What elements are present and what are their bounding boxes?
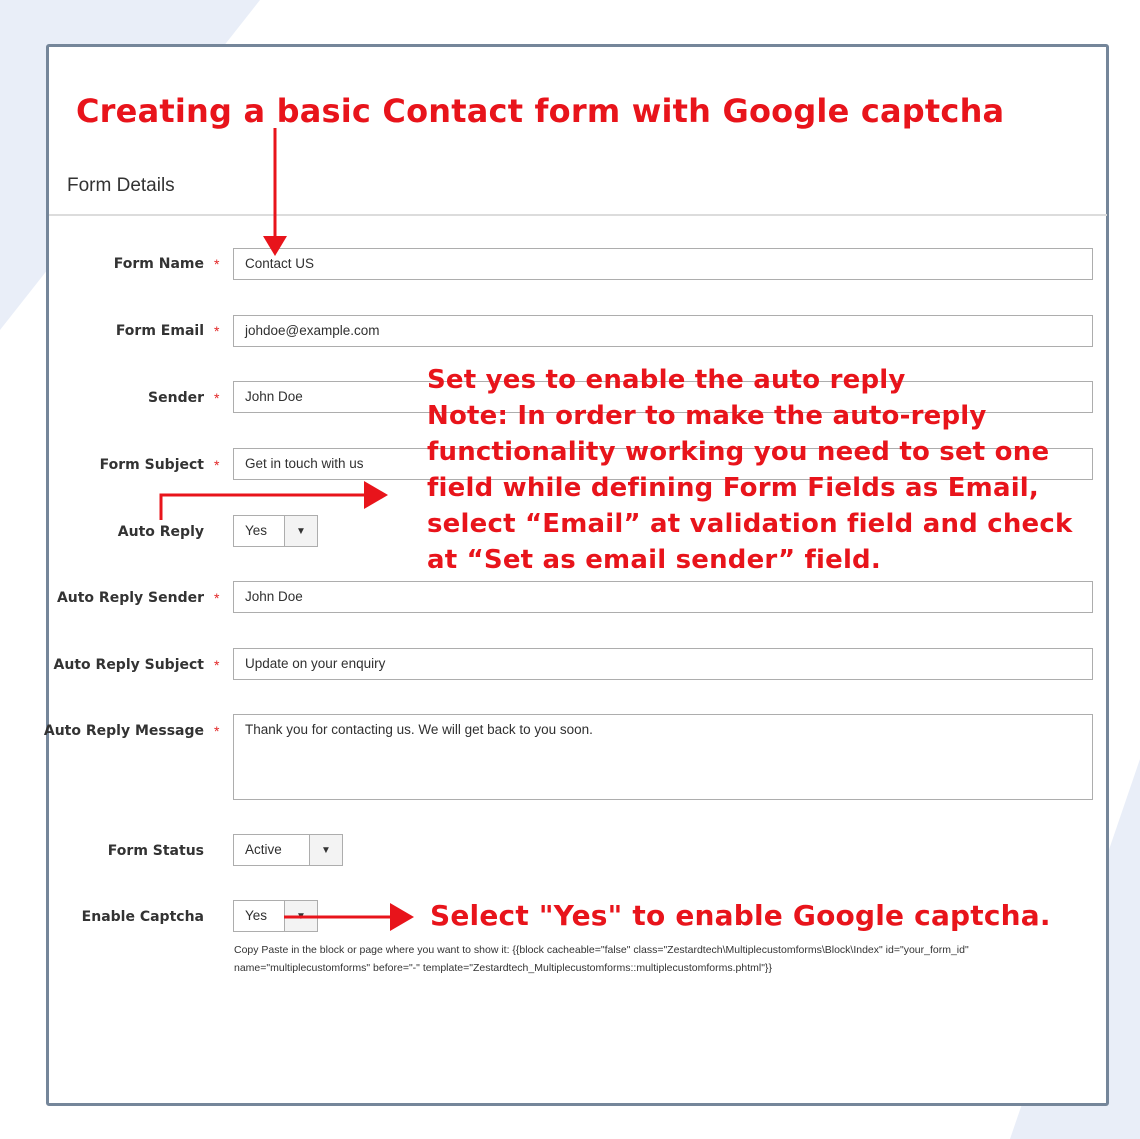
auto-reply-select[interactable]: Yes ▼ — [233, 515, 318, 547]
form-email-label: Form Email — [115, 323, 204, 339]
auto-reply-subject-label: Auto Reply Subject — [53, 657, 204, 673]
annotation-line: at “Set as email sender” field. — [427, 545, 881, 575]
annotation-line: field while defining Form Fields as Emai… — [427, 473, 1039, 503]
form-status-select[interactable]: Active ▼ — [233, 834, 343, 866]
form-status-label: Form Status — [107, 843, 204, 859]
enable-captcha-value: Yes — [245, 908, 268, 923]
required-marker: * — [214, 590, 220, 606]
form-subject-label: Form Subject — [99, 457, 204, 473]
auto-reply-sender-label: Auto Reply Sender — [56, 590, 204, 606]
section-title: Form Details — [67, 175, 175, 196]
enable-captcha-select[interactable]: Yes ▼ — [233, 900, 318, 932]
annotation-line: select “Email” at validation field and c… — [427, 509, 1073, 539]
captcha-annotation: Select "Yes" to enable Google captcha. — [430, 899, 1051, 932]
chevron-down-icon[interactable]: ▼ — [309, 835, 342, 865]
form-name-input[interactable]: Contact US — [233, 248, 1093, 280]
auto-reply-sender-input[interactable]: John Doe — [233, 581, 1093, 613]
required-marker: * — [214, 390, 220, 406]
annotation-line: functionality working you need to set on… — [427, 437, 1050, 467]
chevron-down-icon[interactable]: ▼ — [284, 516, 317, 546]
required-marker: * — [214, 723, 220, 739]
auto-reply-label: Auto Reply — [117, 524, 204, 540]
auto-reply-value: Yes — [245, 523, 268, 538]
auto-reply-annotation: Set yes to enable the auto reply Note: I… — [427, 362, 1072, 578]
required-marker: * — [214, 457, 220, 473]
required-marker: * — [214, 657, 220, 673]
auto-reply-message-label: Auto Reply Message — [43, 723, 204, 739]
annotation-line: Set yes to enable the auto reply — [427, 365, 906, 395]
annotation-line: Note: In order to make the auto-reply — [427, 401, 987, 431]
captcha-embed-hint: Copy Paste in the block or page where yo… — [234, 944, 969, 974]
annotation-heading: Creating a basic Contact form with Googl… — [76, 92, 1005, 130]
form-status-value: Active — [245, 842, 282, 857]
auto-reply-message-textarea[interactable]: Thank you for contacting us. We will get… — [233, 714, 1093, 800]
required-marker: * — [214, 256, 220, 272]
auto-reply-subject-input[interactable]: Update on your enquiry — [233, 648, 1093, 680]
required-marker: * — [214, 323, 220, 339]
chevron-down-icon[interactable]: ▼ — [284, 901, 317, 931]
form-name-label: Form Name — [113, 256, 204, 272]
form-email-input[interactable]: johdoe@example.com — [233, 315, 1093, 347]
section-divider — [49, 214, 1107, 216]
sender-label: Sender — [148, 390, 204, 406]
enable-captcha-label: Enable Captcha — [81, 909, 204, 925]
